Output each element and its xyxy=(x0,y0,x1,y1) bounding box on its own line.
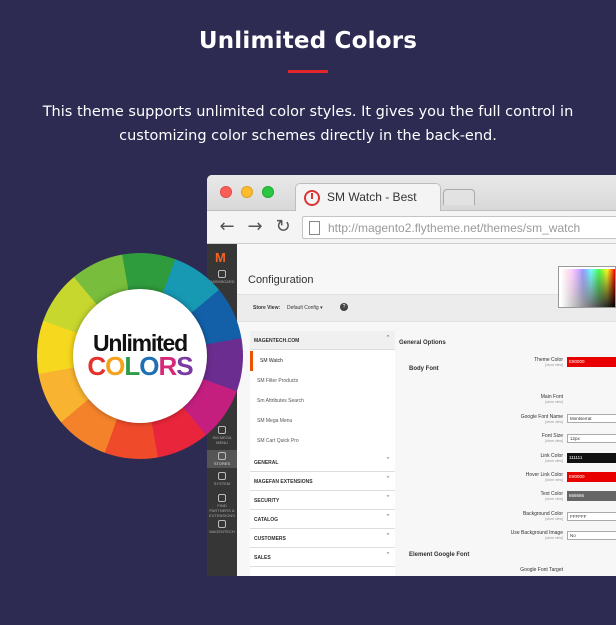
logo-text-colors: COLORS xyxy=(73,351,207,382)
font-size-select[interactable]: 12px xyxy=(567,434,616,443)
address-bar-url: http://magento2.flytheme.net/themes/sm_w… xyxy=(328,221,581,235)
sidebar-item-system[interactable]: SYSTEM xyxy=(207,472,237,486)
theme-color-label: Theme Color [store view] xyxy=(534,357,563,367)
maximize-window-button[interactable] xyxy=(262,186,274,198)
chevron-down-icon: ˇ xyxy=(386,496,389,503)
store-view-dropdown[interactable]: Default Config ▾ xyxy=(287,305,323,311)
general-options-heading[interactable]: General Options xyxy=(399,340,446,346)
logo-letter: O xyxy=(105,351,125,381)
forward-arrow-icon[interactable]: → xyxy=(245,217,265,237)
color-picker-white-overlay xyxy=(561,269,615,307)
page-title: Configuration xyxy=(248,274,314,286)
options-panel: General Options Body Font Theme Color [st… xyxy=(397,331,616,576)
nav-item-filter-products[interactable]: SM Filter Products xyxy=(250,371,395,391)
sidebar-item-stores[interactable]: STORES xyxy=(207,450,237,468)
link-color-swatch[interactable]: 111111 xyxy=(567,453,616,463)
link-color-label: Link Color [store view] xyxy=(540,453,563,463)
element-google-font-heading: Element Google Font xyxy=(409,552,470,558)
font-size-label: Font Size [store view] xyxy=(541,433,563,443)
mega-menu-icon xyxy=(218,426,226,434)
partners-icon xyxy=(218,494,226,502)
text-color-swatch[interactable]: 666666 xyxy=(567,491,616,501)
nav-item-attributes-search[interactable]: Sm Attributes Search xyxy=(250,391,395,411)
chevron-down-icon: ˇ xyxy=(386,515,389,522)
browser-tab[interactable]: SM Watch - Best xyxy=(295,183,441,211)
title-underline xyxy=(288,70,328,73)
nav-group-magentech[interactable]: MAGENTECH.COM ˆ xyxy=(250,331,395,350)
stores-icon xyxy=(218,452,226,460)
background-color-label: Background Color [store view] xyxy=(522,511,563,521)
chevron-down-icon: ˇ xyxy=(386,477,389,484)
browser-tabbar: SM Watch - Best xyxy=(207,175,616,211)
browser-tab-title: SM Watch - Best xyxy=(327,190,417,204)
theme-color-swatch[interactable]: E80000 xyxy=(567,357,616,367)
google-font-name-input[interactable]: Montserrat xyxy=(567,414,616,423)
magento-logo-icon[interactable]: M xyxy=(215,250,228,265)
logo-letter: S xyxy=(176,351,193,381)
chevron-down-icon: ˇ xyxy=(386,458,389,465)
body-font-heading: Body Font xyxy=(409,366,439,372)
nav-item-cart-quick-pro[interactable]: SM Cart Quick Pro xyxy=(250,431,395,451)
browser-navbar: ← → ↻ http://magento2.flytheme.net/theme… xyxy=(207,211,616,244)
chevron-down-icon: ˇ xyxy=(386,534,389,541)
magentech-icon xyxy=(218,520,226,528)
dashboard-icon xyxy=(218,270,226,278)
section-description: This theme supports unlimited color styl… xyxy=(42,104,574,144)
nav-item-mega-menu[interactable]: SM Mega Menu xyxy=(250,411,395,431)
nav-group-magefan[interactable]: MAGEFAN EXTENSIONS ˇ xyxy=(250,472,395,491)
nav-item-sm-watch[interactable]: SM Watch xyxy=(250,351,395,371)
minimize-window-button[interactable] xyxy=(241,186,253,198)
store-view-label: Store View: xyxy=(253,305,281,311)
back-arrow-icon[interactable]: ← xyxy=(217,217,237,237)
favicon-icon xyxy=(304,190,320,206)
nav-group-customers[interactable]: CUSTOMERS ˇ xyxy=(250,529,395,548)
nav-group-catalog[interactable]: CATALOG ˇ xyxy=(250,510,395,529)
config-nav: MAGENTECH.COM ˆ SM Watch SM Filter Produc… xyxy=(250,331,395,576)
page-icon xyxy=(309,221,320,235)
color-picker-popup[interactable] xyxy=(558,266,616,308)
logo-letter: C xyxy=(87,351,106,381)
sidebar-item-partners[interactable]: FIND PARTNERS & EXTENSIONS xyxy=(207,494,237,518)
admin-panel: M DASHBOARD SM MEGA MENU STORES SYSTEM F… xyxy=(207,244,616,576)
main-font-label: Main Font [store view] xyxy=(540,394,563,404)
nav-group-sales[interactable]: SALES ˇ xyxy=(250,548,395,567)
hover-link-color-swatch[interactable]: E80000 xyxy=(567,472,616,482)
sidebar-item-magentech[interactable]: MAGENTECH xyxy=(207,520,237,534)
gear-icon xyxy=(218,472,226,480)
background-color-input[interactable]: FFFFFF xyxy=(567,512,616,521)
hover-link-color-label: Hover Link Color [store view] xyxy=(525,472,563,482)
browser-window: SM Watch - Best ← → ↻ http://magento2.fl… xyxy=(207,175,616,576)
help-icon[interactable]: ? xyxy=(340,303,348,311)
chevron-down-icon: ˇ xyxy=(386,553,389,560)
section-title: Unlimited Colors xyxy=(198,28,418,54)
use-bg-image-label: Use Background Image [store view] xyxy=(510,530,563,540)
logo-letter: O xyxy=(139,351,159,381)
text-color-label: Text Color [store view] xyxy=(540,491,563,501)
use-bg-image-select[interactable]: No xyxy=(567,531,616,540)
reload-icon[interactable]: ↻ xyxy=(273,217,293,237)
nav-group-general[interactable]: GENERAL ˇ xyxy=(250,453,395,472)
nav-group-security[interactable]: SECURITY ˇ xyxy=(250,491,395,510)
google-font-target-label: Google Font Target xyxy=(520,567,563,573)
chevron-up-icon: ˆ xyxy=(386,336,389,343)
address-bar[interactable]: http://magento2.flytheme.net/themes/sm_w… xyxy=(302,216,616,239)
new-tab-button[interactable] xyxy=(443,189,475,205)
google-font-name-label: Google Font Name [store view] xyxy=(520,414,563,424)
logo-letter: R xyxy=(158,351,178,381)
close-window-button[interactable] xyxy=(220,186,232,198)
logo-letter: L xyxy=(124,351,140,381)
